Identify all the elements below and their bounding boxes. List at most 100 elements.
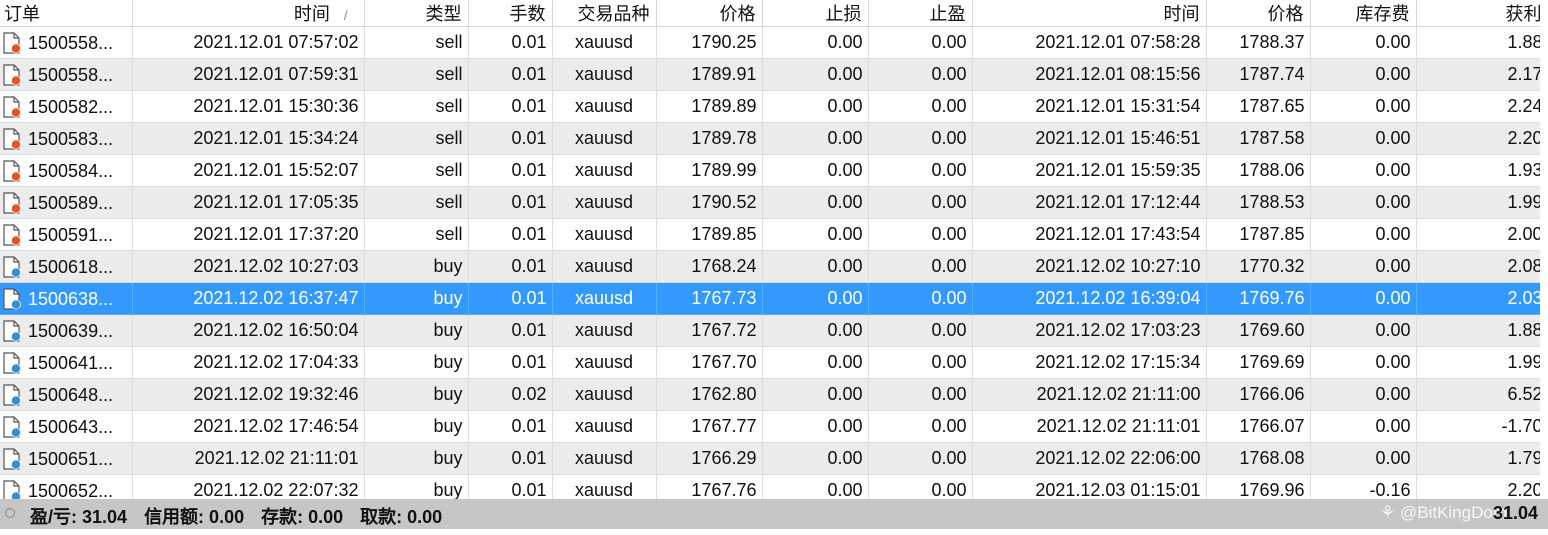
swap-cell[interactable]: 0.00: [1310, 90, 1417, 123]
open-time-cell[interactable]: 2021.12.01 17:37:20: [132, 218, 365, 251]
table-row[interactable]: 1500558... 2021.12.01 07:57:02 sell 0.01 xau…: [0, 26, 1548, 59]
order-cell[interactable]: 1500589...: [0, 186, 133, 219]
swap-cell[interactable]: 0.00: [1310, 186, 1417, 219]
stop-loss-cell[interactable]: 0.00: [762, 410, 869, 443]
table-row[interactable]: 1500638... 2021.12.02 16:37:47 buy 0.01 xauu…: [0, 282, 1548, 315]
profit-cell[interactable]: 2.00: [1416, 218, 1548, 251]
table-row[interactable]: 1500583... 2021.12.01 15:34:24 sell 0.01 xau…: [0, 122, 1548, 155]
volume-cell[interactable]: 0.01: [468, 122, 553, 155]
open-time-cell[interactable]: 2021.12.01 15:34:24: [132, 122, 365, 155]
close-price-cell[interactable]: 1787.74: [1206, 58, 1311, 91]
open-time-cell[interactable]: 2021.12.02 10:27:03: [132, 250, 365, 283]
column-header-stop-loss[interactable]: 止损: [762, 0, 869, 27]
take-profit-cell[interactable]: 0.00: [868, 442, 973, 475]
open-price-cell[interactable]: 1789.85: [656, 218, 763, 251]
type-cell[interactable]: sell: [364, 122, 469, 155]
open-price-cell[interactable]: 1762.80: [656, 378, 763, 411]
open-time-cell[interactable]: 2021.12.01 07:59:31: [132, 58, 365, 91]
type-cell[interactable]: buy: [364, 442, 469, 475]
type-cell[interactable]: buy: [364, 378, 469, 411]
close-price-cell[interactable]: 1787.65: [1206, 90, 1311, 123]
swap-cell[interactable]: 0.00: [1310, 218, 1417, 251]
order-cell[interactable]: 1500648...: [0, 378, 133, 411]
type-cell[interactable]: sell: [364, 58, 469, 91]
stop-loss-cell[interactable]: 0.00: [762, 282, 869, 315]
volume-cell[interactable]: 0.01: [468, 314, 553, 347]
order-cell[interactable]: 1500643...: [0, 410, 133, 443]
open-price-cell[interactable]: 1766.29: [656, 442, 763, 475]
symbol-cell[interactable]: xauusd: [552, 442, 657, 475]
stop-loss-cell[interactable]: 0.00: [762, 218, 869, 251]
volume-cell[interactable]: 0.01: [468, 346, 553, 379]
close-price-cell[interactable]: 1787.85: [1206, 218, 1311, 251]
open-price-cell[interactable]: 1767.73: [656, 282, 763, 315]
table-row[interactable]: 1500589... 2021.12.01 17:05:35 sell 0.01 xau…: [0, 186, 1548, 219]
symbol-cell[interactable]: xauusd: [552, 314, 657, 347]
close-price-cell[interactable]: 1770.32: [1206, 250, 1311, 283]
swap-cell[interactable]: 0.00: [1310, 122, 1417, 155]
stop-loss-cell[interactable]: 0.00: [762, 90, 869, 123]
close-time-cell[interactable]: 2021.12.01 17:43:54: [972, 218, 1207, 251]
volume-cell[interactable]: 0.01: [468, 58, 553, 91]
profit-cell[interactable]: 6.52: [1416, 378, 1548, 411]
take-profit-cell[interactable]: 0.00: [868, 58, 973, 91]
take-profit-cell[interactable]: 0.00: [868, 282, 973, 315]
symbol-cell[interactable]: xauusd: [552, 282, 657, 315]
close-time-cell[interactable]: 2021.12.02 10:27:10: [972, 250, 1207, 283]
open-price-cell[interactable]: 1789.99: [656, 154, 763, 187]
close-price-cell[interactable]: 1766.07: [1206, 410, 1311, 443]
symbol-cell[interactable]: xauusd: [552, 186, 657, 219]
type-cell[interactable]: buy: [364, 314, 469, 347]
close-price-cell[interactable]: 1788.53: [1206, 186, 1311, 219]
profit-cell[interactable]: 2.08: [1416, 250, 1548, 283]
profit-cell[interactable]: 1.88: [1416, 314, 1548, 347]
symbol-cell[interactable]: xauusd: [552, 346, 657, 379]
order-cell[interactable]: 1500584...: [0, 154, 133, 187]
open-time-cell[interactable]: 2021.12.02 17:46:54: [132, 410, 365, 443]
stop-loss-cell[interactable]: 0.00: [762, 378, 869, 411]
open-price-cell[interactable]: 1789.91: [656, 58, 763, 91]
type-cell[interactable]: buy: [364, 410, 469, 443]
close-price-cell[interactable]: 1788.37: [1206, 26, 1311, 59]
take-profit-cell[interactable]: 0.00: [868, 122, 973, 155]
order-cell[interactable]: 1500583...: [0, 122, 133, 155]
close-price-cell[interactable]: 1787.58: [1206, 122, 1311, 155]
take-profit-cell[interactable]: 0.00: [868, 378, 973, 411]
close-time-cell[interactable]: 2021.12.01 15:59:35: [972, 154, 1207, 187]
open-price-cell[interactable]: 1767.72: [656, 314, 763, 347]
stop-loss-cell[interactable]: 0.00: [762, 314, 869, 347]
take-profit-cell[interactable]: 0.00: [868, 154, 973, 187]
column-header-close-price[interactable]: 价格: [1206, 0, 1311, 27]
column-header-open-time[interactable]: 时间 /: [132, 0, 365, 27]
close-price-cell[interactable]: 1769.60: [1206, 314, 1311, 347]
close-time-cell[interactable]: 2021.12.02 16:39:04: [972, 282, 1207, 315]
close-time-cell[interactable]: 2021.12.02 21:11:01: [972, 410, 1207, 443]
table-row[interactable]: 1500651... 2021.12.02 21:11:01 buy 0.01 xauu…: [0, 442, 1548, 475]
close-price-cell[interactable]: 1769.76: [1206, 282, 1311, 315]
swap-cell[interactable]: 0.00: [1310, 410, 1417, 443]
volume-cell[interactable]: 0.02: [468, 378, 553, 411]
symbol-cell[interactable]: xauusd: [552, 122, 657, 155]
column-header-symbol[interactable]: 交易品种: [552, 0, 657, 27]
volume-cell[interactable]: 0.01: [468, 250, 553, 283]
order-cell[interactable]: 1500618...: [0, 250, 133, 283]
stop-loss-cell[interactable]: 0.00: [762, 442, 869, 475]
close-time-cell[interactable]: 2021.12.02 17:03:23: [972, 314, 1207, 347]
column-header-close-time[interactable]: 时间: [972, 0, 1207, 27]
swap-cell[interactable]: 0.00: [1310, 58, 1417, 91]
stop-loss-cell[interactable]: 0.00: [762, 58, 869, 91]
table-row[interactable]: 1500641... 2021.12.02 17:04:33 buy 0.01 xauu…: [0, 346, 1548, 379]
swap-cell[interactable]: 0.00: [1310, 154, 1417, 187]
open-price-cell[interactable]: 1767.70: [656, 346, 763, 379]
open-time-cell[interactable]: 2021.12.02 16:37:47: [132, 282, 365, 315]
volume-cell[interactable]: 0.01: [468, 410, 553, 443]
symbol-cell[interactable]: xauusd: [552, 410, 657, 443]
open-price-cell[interactable]: 1768.24: [656, 250, 763, 283]
stop-loss-cell[interactable]: 0.00: [762, 26, 869, 59]
open-price-cell[interactable]: 1790.52: [656, 186, 763, 219]
close-time-cell[interactable]: 2021.12.01 07:58:28: [972, 26, 1207, 59]
table-row[interactable]: 1500618... 2021.12.02 10:27:03 buy 0.01 xauu…: [0, 250, 1548, 283]
swap-cell[interactable]: 0.00: [1310, 442, 1417, 475]
stop-loss-cell[interactable]: 0.00: [762, 186, 869, 219]
volume-cell[interactable]: 0.01: [468, 282, 553, 315]
